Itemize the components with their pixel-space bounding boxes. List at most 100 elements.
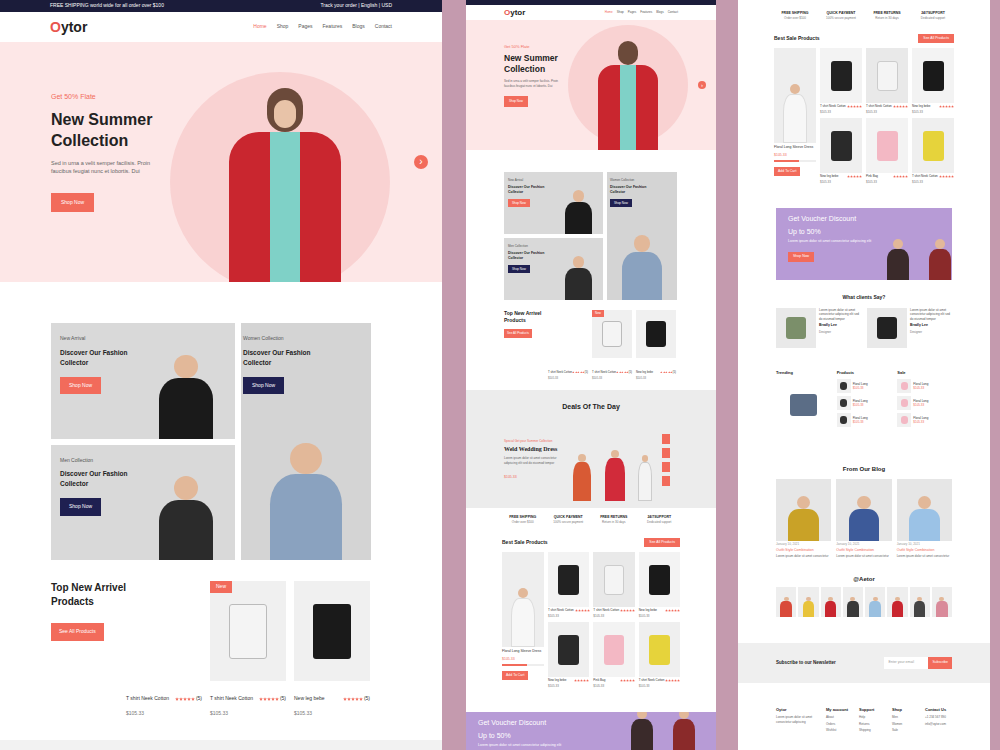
- product-photo[interactable]: [592, 310, 632, 358]
- logo[interactable]: Oytor: [504, 7, 525, 19]
- list-item[interactable]: Floral Long$105.33: [897, 413, 952, 427]
- footer-link[interactable]: Wishlist: [826, 728, 853, 733]
- next-slide-button[interactable]: ›: [698, 81, 706, 89]
- collection-card[interactable]: Men CollectionDiscover Our Fashion Colle…: [51, 445, 235, 561]
- nav-item[interactable]: Features: [323, 23, 343, 31]
- list-item[interactable]: Floral Long$105.33: [837, 396, 892, 410]
- product-photo[interactable]: [593, 552, 634, 607]
- product-photo[interactable]: [639, 552, 680, 607]
- blog-card[interactable]: January 10, 2021Outfit Style Combination…: [897, 479, 952, 558]
- collection-card[interactable]: New ArrivalDiscover Our Fashion Collecto…: [504, 172, 603, 234]
- nav-item[interactable]: Pages: [628, 10, 637, 15]
- list-item[interactable]: Floral Long$105.33: [897, 379, 952, 393]
- product-card[interactable]: Pink Bag$105.33: [866, 118, 908, 184]
- shop-now-button[interactable]: Shop Now: [508, 265, 530, 274]
- see-all-button[interactable]: See All Products: [51, 623, 104, 641]
- product-card[interactable]: T shirt Neek Cotton$105.33: [912, 118, 954, 184]
- nav-item[interactable]: Shop: [277, 23, 289, 31]
- footer-link[interactable]: info@oytor.com: [925, 722, 952, 727]
- see-all-button[interactable]: See All Products: [504, 329, 532, 338]
- product-card[interactable]: New leg bebe$105.33: [912, 48, 954, 114]
- product-card[interactable]: Pink Bag$105.33: [593, 622, 634, 688]
- product-photo[interactable]: [866, 48, 908, 103]
- nav-item[interactable]: Features: [640, 10, 652, 15]
- see-all-button[interactable]: See All Products: [644, 538, 680, 547]
- nav-item[interactable]: Contact: [668, 10, 678, 15]
- add-to-cart-button[interactable]: Add To Cart: [774, 167, 800, 176]
- product-photo[interactable]: [548, 622, 589, 677]
- product-photo[interactable]: [639, 622, 680, 677]
- product-photo[interactable]: [820, 118, 862, 173]
- footer-link[interactable]: Orders: [826, 722, 853, 727]
- subscribe-button[interactable]: Subscribe: [928, 657, 952, 668]
- footer-link[interactable]: About: [826, 715, 853, 720]
- product-card[interactable]: New leg bebe(5)$105.33: [294, 581, 370, 717]
- product-photo[interactable]: [867, 308, 907, 348]
- product-photo[interactable]: [897, 379, 911, 393]
- collection-card[interactable]: New ArrivalDiscover Our Fashion Collecto…: [51, 323, 235, 439]
- email-input[interactable]: Enter your email: [884, 657, 928, 668]
- product-photo[interactable]: [548, 310, 588, 358]
- product-card[interactable]: T shirt Neek Cotton$105.33: [639, 622, 680, 688]
- shop-now-button[interactable]: Shop Now: [508, 199, 530, 208]
- list-item[interactable]: Floral Long$105.33: [837, 379, 892, 393]
- product-card[interactable]: T shirt Neek Cotton$105.33: [548, 552, 589, 618]
- footer-link[interactable]: Sale: [892, 728, 919, 733]
- logo[interactable]: Oytor: [50, 17, 87, 38]
- product-card[interactable]: New leg bebe$105.33: [639, 552, 680, 618]
- product-card[interactable]: NewT shirt Neek Cotton(5)$105.33: [592, 310, 632, 390]
- product-photo[interactable]: [897, 396, 911, 410]
- shop-now-button[interactable]: Shop Now: [610, 199, 632, 208]
- list-item[interactable]: Floral Long$105.33: [897, 396, 952, 410]
- featured-product[interactable]: Floral Long Sleeve Dress$105.33Add To Ca…: [774, 48, 816, 184]
- nav-item[interactable]: Shop: [617, 10, 624, 15]
- shop-now-button[interactable]: Shop Now: [60, 498, 101, 516]
- footer-link[interactable]: Women: [892, 722, 919, 727]
- deal-option-button[interactable]: [662, 476, 670, 486]
- blog-card[interactable]: January 10, 2021Outfit Style Combination…: [776, 479, 831, 558]
- collection-card[interactable]: Women CollectionDiscover Our Fashion Col…: [607, 172, 677, 300]
- product-photo[interactable]: [548, 552, 589, 607]
- shop-now-button[interactable]: Shop Now: [51, 193, 94, 213]
- nav-item[interactable]: Contact: [375, 23, 392, 31]
- footer-link[interactable]: +1 234 567 890: [925, 715, 952, 720]
- shop-now-button[interactable]: Shop Now: [504, 96, 528, 107]
- deal-option-button[interactable]: [662, 448, 670, 458]
- product-photo[interactable]: [897, 413, 911, 427]
- product-photo[interactable]: [593, 622, 634, 677]
- product-card[interactable]: New leg bebe$105.33: [820, 118, 862, 184]
- collection-card[interactable]: Women CollectionDiscover Our Fashion Col…: [241, 323, 371, 560]
- shop-now-button[interactable]: Shop Now: [243, 377, 284, 395]
- nav-item[interactable]: Pages: [298, 23, 312, 31]
- product-card[interactable]: T shirt Neek Cotton$105.33: [866, 48, 908, 114]
- product-photo[interactable]: [126, 581, 202, 681]
- featured-product[interactable]: Floral Long Sleeve Dress$105.33Add To Ca…: [502, 552, 544, 688]
- product-photo[interactable]: [210, 581, 286, 681]
- nav-item[interactable]: Home: [605, 10, 613, 15]
- product-card[interactable]: NewT shirt Neek Cotton(5)$105.33: [210, 581, 286, 717]
- footer-link[interactable]: Help: [859, 715, 886, 720]
- product-photo[interactable]: [837, 396, 851, 410]
- product-photo[interactable]: [912, 48, 954, 103]
- collection-card[interactable]: Men CollectionDiscover Our Fashion Colle…: [504, 238, 603, 300]
- product-photo[interactable]: [820, 48, 862, 103]
- footer-link[interactable]: Men: [892, 715, 919, 720]
- footer-link[interactable]: Returns: [859, 722, 886, 727]
- voucher-button[interactable]: Shop Now: [788, 252, 814, 261]
- product-card[interactable]: T shirt Neek Cotton(5)$105.33: [126, 581, 202, 717]
- product-card[interactable]: T shirt Neek Cotton$105.33: [820, 48, 862, 114]
- see-all-button[interactable]: See All Products: [918, 34, 954, 43]
- nav-item[interactable]: Home: [253, 23, 266, 31]
- product-photo[interactable]: [866, 118, 908, 173]
- nav-item[interactable]: Blogs: [352, 23, 365, 31]
- footer-link[interactable]: Shipping: [859, 728, 886, 733]
- add-to-cart-button[interactable]: Add To Cart: [502, 671, 528, 680]
- product-photo[interactable]: [912, 118, 954, 173]
- product-photo[interactable]: [776, 308, 816, 348]
- product-photo[interactable]: [776, 385, 831, 425]
- deal-option-button[interactable]: [662, 462, 670, 472]
- product-photo[interactable]: [294, 581, 370, 681]
- product-photo[interactable]: [837, 413, 851, 427]
- list-item[interactable]: Floral Long$105.33: [837, 413, 892, 427]
- shop-now-button[interactable]: Shop Now: [60, 377, 101, 395]
